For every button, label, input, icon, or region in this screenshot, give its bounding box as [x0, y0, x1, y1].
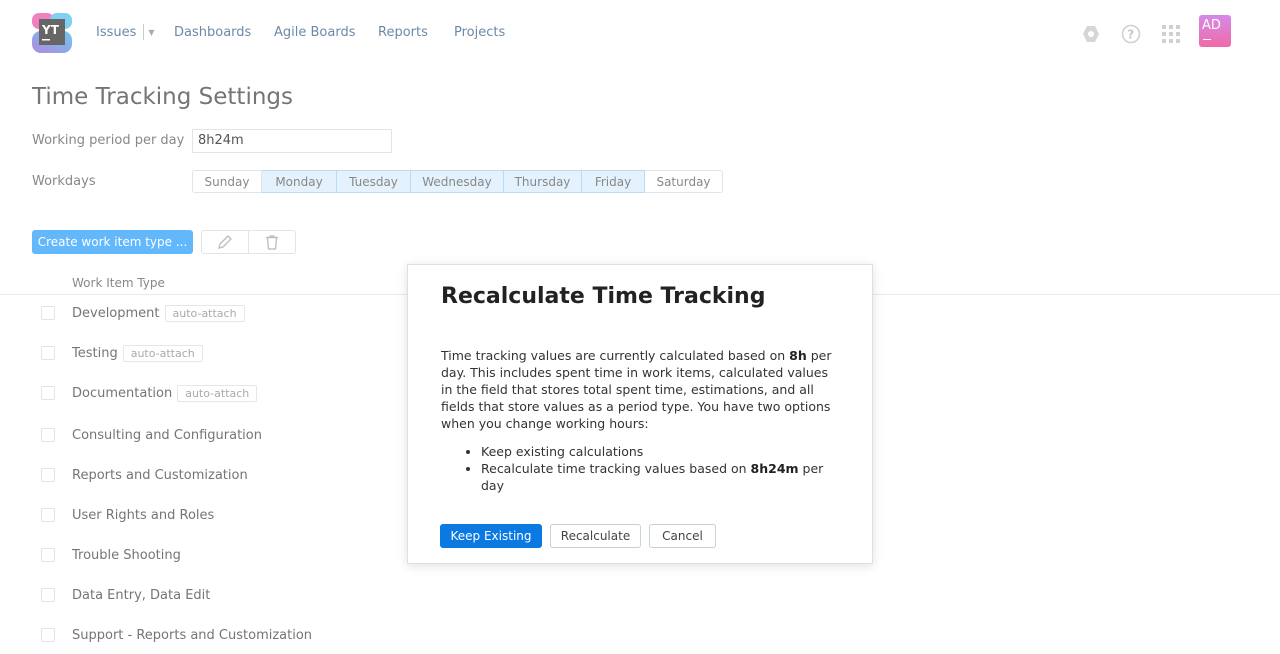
table-row[interactable]: Support - Reports and Customization — [41, 625, 312, 645]
table-row[interactable]: Documentation auto-attach — [41, 383, 258, 403]
row-checkbox[interactable] — [41, 548, 55, 562]
page-title: Time Tracking Settings — [32, 84, 293, 110]
table-row[interactable]: Development auto-attach — [41, 303, 245, 323]
workday-tuesday[interactable]: Tuesday — [337, 170, 411, 193]
nav-issues[interactable]: Issues ▼ — [96, 23, 155, 41]
row-checkbox[interactable] — [41, 346, 55, 360]
edit-button[interactable] — [201, 230, 249, 254]
recalculate-button[interactable]: Recalculate — [550, 524, 641, 548]
trash-icon — [265, 235, 278, 250]
row-checkbox[interactable] — [41, 508, 55, 522]
auto-attach-badge: auto-attach — [164, 304, 245, 322]
table-row[interactable]: Trouble Shooting — [41, 545, 181, 565]
dialog-body: Time tracking values are currently calcu… — [441, 347, 841, 494]
workday-sunday[interactable]: Sunday — [192, 170, 262, 193]
row-name: Reports and Customization — [72, 467, 248, 483]
help-icon[interactable]: ? — [1121, 24, 1141, 44]
row-checkbox[interactable] — [41, 306, 55, 320]
workday-monday[interactable]: Monday — [262, 170, 337, 193]
svg-text:?: ? — [1127, 28, 1134, 42]
workday-saturday[interactable]: Saturday — [645, 170, 723, 193]
nav-dashboards[interactable]: Dashboards — [174, 23, 251, 41]
svg-text:YT: YT — [41, 23, 60, 37]
table-row[interactable]: Reports and Customization — [41, 465, 248, 485]
apps-grid-icon[interactable] — [1162, 25, 1180, 43]
keep-existing-button[interactable]: Keep Existing — [440, 524, 542, 548]
dialog-title: Recalculate Time Tracking — [441, 284, 766, 309]
row-name: Consulting and Configuration — [72, 427, 262, 443]
auto-attach-badge: auto-attach — [177, 384, 258, 402]
settings-icon[interactable] — [1082, 25, 1100, 43]
youtrack-logo[interactable]: YT — [32, 13, 72, 53]
nav-projects[interactable]: Projects — [454, 23, 505, 41]
nav-issues-label: Issues — [96, 24, 137, 40]
row-name: User Rights and Roles — [72, 507, 215, 523]
row-checkbox[interactable] — [41, 468, 55, 482]
working-period-input[interactable]: 8h24m — [192, 129, 392, 153]
table-row[interactable]: Data Entry, Data Edit — [41, 585, 210, 605]
nav-agile-boards[interactable]: Agile Boards — [274, 23, 355, 41]
working-period-label: Working period per day — [32, 133, 185, 148]
row-name: Documentation — [72, 385, 173, 401]
row-checkbox[interactable] — [41, 386, 55, 400]
workday-wednesday[interactable]: Wednesday — [411, 170, 504, 193]
row-checkbox[interactable] — [41, 628, 55, 642]
pencil-icon — [218, 235, 232, 249]
table-row[interactable]: User Rights and Roles — [41, 505, 214, 525]
create-work-item-type-button[interactable]: Create work item type ... — [32, 230, 193, 254]
row-name: Data Entry, Data Edit — [72, 587, 211, 603]
chevron-down-icon[interactable]: ▼ — [148, 28, 154, 37]
auto-attach-badge: auto-attach — [122, 344, 203, 362]
delete-button[interactable] — [248, 230, 296, 254]
row-checkbox[interactable] — [41, 588, 55, 602]
workday-friday[interactable]: Friday — [582, 170, 645, 193]
user-avatar[interactable]: AD — [1199, 15, 1231, 47]
cancel-button[interactable]: Cancel — [649, 524, 716, 548]
option-recalculate: Recalculate time tracking values based o… — [481, 460, 841, 494]
row-name: Development — [72, 305, 160, 321]
option-keep: Keep existing calculations — [481, 443, 841, 460]
row-name: Support - Reports and Customization — [72, 627, 313, 643]
table-row[interactable]: Consulting and Configuration — [41, 425, 262, 445]
workday-thursday[interactable]: Thursday — [504, 170, 582, 193]
recalculate-dialog: Recalculate Time Tracking Time tracking … — [407, 264, 873, 564]
row-checkbox[interactable] — [41, 428, 55, 442]
row-name: Trouble Shooting — [72, 547, 181, 563]
workdays-toggle-group: Sunday Monday Tuesday Wednesday Thursday Frid… — [192, 170, 723, 193]
column-header-work-item-type: Work Item Type — [72, 276, 165, 290]
row-name: Testing — [72, 345, 118, 361]
workdays-label: Workdays — [32, 174, 96, 189]
nav-reports[interactable]: Reports — [378, 23, 428, 41]
table-row[interactable]: Testing auto-attach — [41, 343, 203, 363]
